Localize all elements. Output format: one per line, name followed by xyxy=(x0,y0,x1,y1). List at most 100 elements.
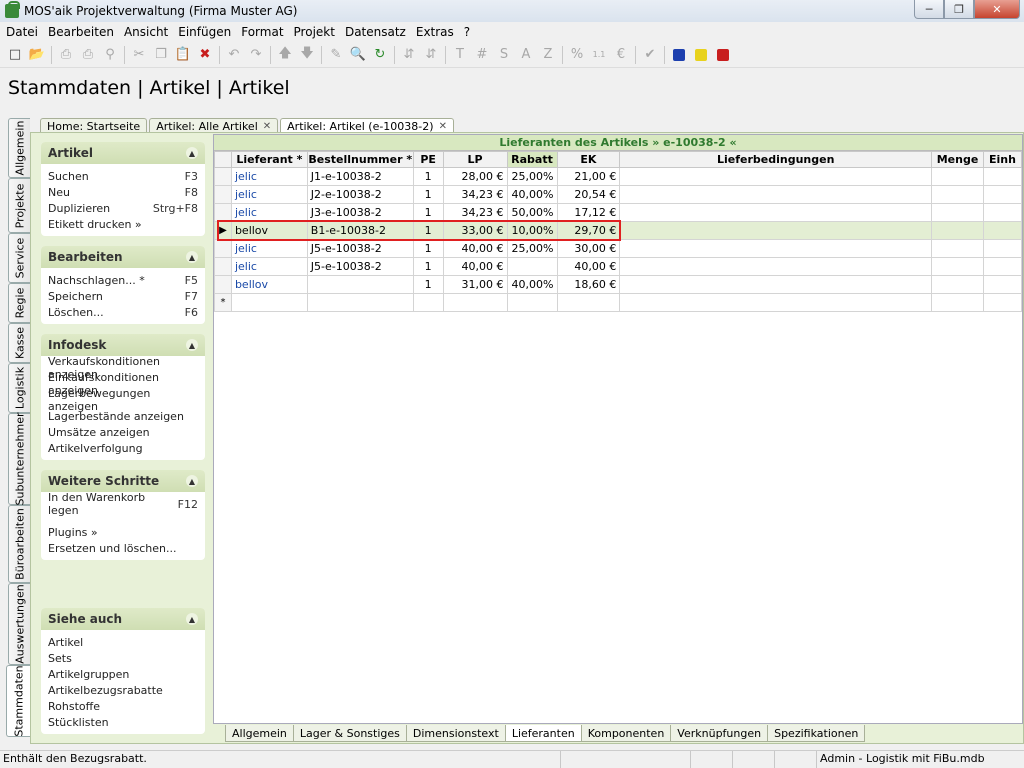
link-ersetzen-loeschen[interactable]: Ersetzen und löschen... xyxy=(48,540,198,556)
print-icon[interactable]: ⎙ xyxy=(55,44,77,66)
cell-lieferbedingungen[interactable] xyxy=(619,203,933,222)
link-neu[interactable]: Neu F8 xyxy=(48,184,198,200)
vtab-projekte[interactable]: Projekte xyxy=(8,178,30,233)
col-einh[interactable]: Einh xyxy=(982,151,1023,168)
cell-ek[interactable]: 30,00 € xyxy=(556,239,621,258)
link-lagerbestaende[interactable]: Lagerbestände anzeigen xyxy=(48,408,198,424)
cell-bestellnummer[interactable]: J2-e-10038-2 xyxy=(306,185,414,204)
sort-az-icon[interactable]: ⇵ xyxy=(398,44,420,66)
close-tab-icon[interactable]: ✕ xyxy=(439,121,447,132)
cell-lp[interactable]: 34,23 € xyxy=(442,203,508,222)
collapse-icon[interactable]: ▲ xyxy=(186,147,198,159)
cell-einh[interactable] xyxy=(982,203,1023,222)
tab-komponenten[interactable]: Komponenten xyxy=(580,725,672,742)
link-plugins[interactable]: Plugins » xyxy=(48,524,198,540)
menu-einfuegen[interactable]: Einfügen xyxy=(172,25,235,39)
cell-bestellnummer[interactable]: B1-e-10038-2 xyxy=(306,221,414,240)
cell-menge[interactable] xyxy=(931,239,984,258)
cell-bestellnummer[interactable]: J5-e-10038-2 xyxy=(306,239,414,258)
cell-lp[interactable]: 31,00 € xyxy=(442,275,508,294)
cell-rabatt[interactable]: 25,00% xyxy=(506,167,558,186)
table-row[interactable]: jelic J2-e-10038-2 1 34,23 € 40,00% 20,5… xyxy=(214,185,1023,204)
vtab-kasse[interactable]: Kasse xyxy=(8,323,30,363)
link-duplizieren[interactable]: Duplizieren Strg+F8 xyxy=(48,200,198,216)
row-selector[interactable] xyxy=(214,275,232,294)
cell-rabatt[interactable]: 40,00% xyxy=(506,275,558,294)
col-lieferbedingungen[interactable]: Lieferbedingungen xyxy=(619,151,933,168)
new-cell[interactable] xyxy=(931,293,984,312)
current-row-indicator-icon[interactable]: ▶ xyxy=(214,221,232,240)
doc-tab-home[interactable]: Home: Startseite xyxy=(40,118,148,133)
cell-lieferbedingungen[interactable] xyxy=(619,239,933,258)
close-tab-icon[interactable]: ✕ xyxy=(263,121,271,132)
panel-header[interactable]: Weitere Schritte ▲ xyxy=(41,470,205,492)
cell-lieferbedingungen[interactable] xyxy=(619,275,933,294)
cell-menge[interactable] xyxy=(931,221,984,240)
panel-header[interactable]: Siehe auch ▲ xyxy=(41,608,205,630)
new-cell[interactable] xyxy=(982,293,1023,312)
currency-icon[interactable]: € xyxy=(610,44,632,66)
cell-lp[interactable]: 34,23 € xyxy=(442,185,508,204)
cell-ek[interactable]: 21,00 € xyxy=(556,167,621,186)
arrow-up-icon[interactable]: 🡅 xyxy=(274,44,296,66)
cell-pe[interactable]: 1 xyxy=(412,275,444,294)
cell-lieferbedingungen[interactable] xyxy=(619,221,933,240)
z-format-icon[interactable]: Z xyxy=(537,44,559,66)
cell-lieferant[interactable]: jelic xyxy=(230,167,308,186)
search-record-icon[interactable]: ⚲ xyxy=(99,44,121,66)
redo-icon[interactable]: ↷ xyxy=(245,44,267,66)
menu-ansicht[interactable]: Ansicht xyxy=(118,25,172,39)
col-rabatt[interactable]: Rabatt xyxy=(506,151,558,168)
collapse-icon[interactable]: ▲ xyxy=(186,251,198,263)
col-bestellnummer[interactable]: Bestellnummer * xyxy=(306,151,414,168)
close-button[interactable]: ✕ xyxy=(974,0,1020,19)
outline-icon[interactable]: 1.1 xyxy=(588,44,610,66)
cell-lieferant[interactable]: jelic xyxy=(230,257,308,276)
cell-ek[interactable]: 20,54 € xyxy=(556,185,621,204)
menu-datensatz[interactable]: Datensatz xyxy=(339,25,410,39)
link-artikelbezugsrabatte[interactable]: Artikelbezugsrabatte xyxy=(48,682,198,698)
link-suchen[interactable]: Suchen F3 xyxy=(48,168,198,184)
cell-ek[interactable]: 40,00 € xyxy=(556,257,621,276)
link-nachschlagen[interactable]: Nachschlagen... * F5 xyxy=(48,272,198,288)
cell-einh[interactable] xyxy=(982,257,1023,276)
cell-lieferant[interactable]: bellov xyxy=(230,275,308,294)
cell-ek[interactable]: 29,70 € xyxy=(556,221,621,240)
cell-pe[interactable]: 1 xyxy=(412,203,444,222)
link-rohstoffe[interactable]: Rohstoffe xyxy=(48,698,198,714)
link-sets[interactable]: Sets xyxy=(48,650,198,666)
new-row[interactable]: * xyxy=(214,293,1023,312)
menu-format[interactable]: Format xyxy=(235,25,287,39)
panel-header[interactable]: Infodesk ▲ xyxy=(41,334,205,356)
cell-bestellnummer[interactable]: J1-e-10038-2 xyxy=(306,167,414,186)
new-cell[interactable] xyxy=(412,293,444,312)
doc-tab-artikel[interactable]: Artikel: Artikel (e-10038-2) ✕ xyxy=(280,118,454,133)
cell-menge[interactable] xyxy=(931,275,984,294)
delete-icon[interactable]: ✖ xyxy=(194,44,216,66)
cell-lieferbedingungen[interactable] xyxy=(619,257,933,276)
cell-menge[interactable] xyxy=(931,185,984,204)
plugin-red-icon[interactable] xyxy=(712,44,734,66)
cell-pe[interactable]: 1 xyxy=(412,239,444,258)
cell-menge[interactable] xyxy=(931,257,984,276)
col-ek[interactable]: EK xyxy=(556,151,621,168)
collapse-icon[interactable]: ▲ xyxy=(186,339,198,351)
cell-lieferbedingungen[interactable] xyxy=(619,185,933,204)
cell-rabatt[interactable]: 25,00% xyxy=(506,239,558,258)
cell-menge[interactable] xyxy=(931,167,984,186)
vtab-logistik[interactable]: Logistik xyxy=(8,363,30,413)
percent-icon[interactable]: % xyxy=(566,44,588,66)
cell-pe[interactable]: 1 xyxy=(412,221,444,240)
tab-dimensionstext[interactable]: Dimensionstext xyxy=(405,725,506,742)
vtab-allgemein[interactable]: Allgemein xyxy=(8,118,30,178)
cell-lieferant[interactable]: jelic xyxy=(230,239,308,258)
minimize-button[interactable]: ─ xyxy=(914,0,944,19)
collapse-icon[interactable]: ▲ xyxy=(186,475,198,487)
cell-einh[interactable] xyxy=(982,239,1023,258)
cell-lieferbedingungen[interactable] xyxy=(619,167,933,186)
cell-bestellnummer[interactable]: J5-e-10038-2 xyxy=(306,257,414,276)
link-speichern[interactable]: Speichern F7 xyxy=(48,288,198,304)
link-loeschen[interactable]: Löschen... F6 xyxy=(48,304,198,320)
cell-rabatt[interactable]: 40,00% xyxy=(506,185,558,204)
plugin-yellow-icon[interactable] xyxy=(690,44,712,66)
